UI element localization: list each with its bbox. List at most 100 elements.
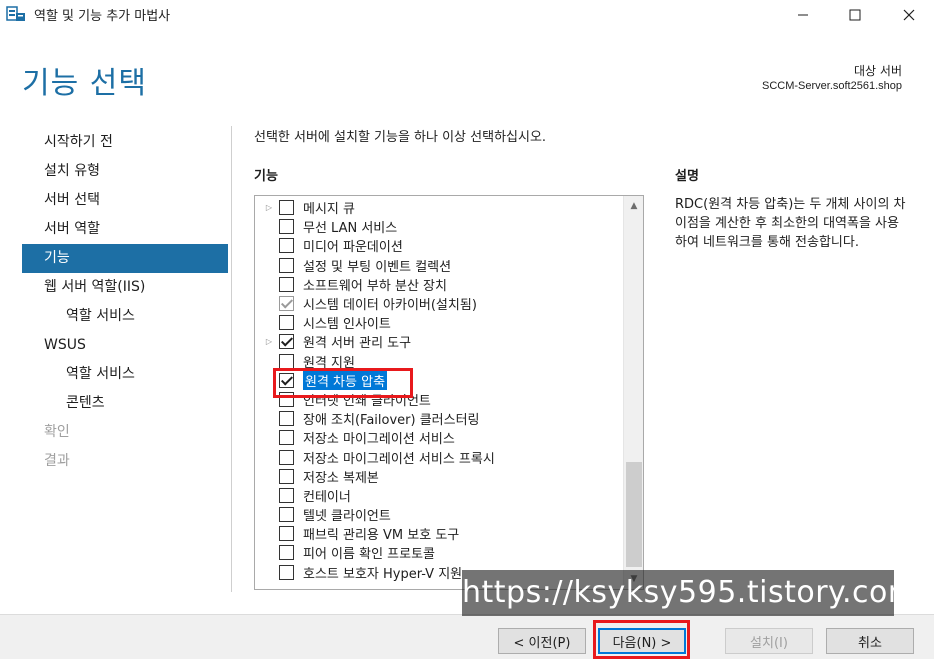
feature-row[interactable]: 저장소 복제본 [255, 467, 623, 486]
nav-item[interactable]: WSUS [22, 331, 228, 360]
feature-row[interactable]: 텔넷 클라이언트 [255, 505, 623, 524]
feature-row[interactable]: 무선 LAN 서비스 [255, 217, 623, 236]
feature-checkbox[interactable] [279, 238, 294, 254]
feature-label: 저장소 마이그레이션 서비스 [303, 432, 455, 448]
feature-row[interactable]: 저장소 마이그레이션 서비스 [255, 428, 623, 447]
feature-checkbox[interactable] [279, 564, 294, 580]
feature-checkbox[interactable] [279, 468, 294, 484]
minimize-icon [797, 6, 809, 25]
minimize-button[interactable] [780, 0, 826, 30]
features-list-scrollbar[interactable]: ▲ ▼ [623, 196, 643, 589]
features-heading: 기능 [254, 169, 278, 184]
feature-checkbox[interactable] [279, 372, 294, 388]
maximize-button[interactable] [832, 0, 878, 30]
feature-row[interactable]: 인터넷 인쇄 클라이언트 [255, 390, 623, 409]
close-button[interactable] [886, 0, 932, 30]
feature-checkbox[interactable] [279, 449, 294, 465]
feature-checkbox[interactable] [279, 430, 294, 446]
feature-checkbox[interactable] [279, 353, 294, 369]
feature-label: 원격 차등 압축 [303, 370, 388, 390]
feature-checkbox[interactable] [279, 526, 294, 542]
wizard-step-nav: 시작하기 전 설치 유형 서버 선택 서버 역할 기능 웹 서버 역할(IIS) 역할 서비… [22, 128, 228, 476]
feature-label: 미디어 파운데이션 [303, 240, 403, 256]
feature-checkbox[interactable] [279, 507, 294, 523]
feature-row[interactable]: 컨테이너 [255, 486, 623, 505]
feature-checkbox[interactable] [279, 257, 294, 273]
expand-arrow-icon[interactable]: ▷ [259, 332, 279, 351]
install-button: 설치(I) [725, 628, 813, 654]
scroll-up-button[interactable]: ▲ [624, 196, 643, 216]
nav-item[interactable]: 콘텐츠 [22, 389, 228, 418]
feature-label: 원격 지원 [303, 355, 355, 371]
feature-row[interactable]: 원격 지원 [255, 352, 623, 371]
nav-item[interactable]: 서버 선택 [22, 186, 228, 215]
chevron-up-icon: ▲ [630, 201, 638, 211]
feature-row[interactable]: 피어 이름 확인 프로토콜 [255, 543, 623, 562]
feature-row[interactable]: 소프트웨어 부하 분산 장치 [255, 275, 623, 294]
feature-label: 시스템 데이터 아카이버(설치됨) [303, 298, 477, 314]
nav-item[interactable]: 웹 서버 역할(IIS) [22, 273, 228, 302]
feature-checkbox[interactable] [279, 276, 294, 292]
features-list-items: ▷ 메시지 큐 무선 LAN 서비스미디어 파운데이션 설정 및 부팅 이벤트 컬렉션… [255, 198, 623, 582]
feature-row[interactable]: 원격 차등 압축 [255, 370, 623, 390]
description-heading: 설명 [675, 169, 699, 184]
feature-label: 저장소 복제본 [303, 470, 379, 486]
feature-row[interactable]: 시스템 인사이트 [255, 313, 623, 332]
page-title: 기능 선택 [22, 66, 147, 101]
feature-label: 피어 이름 확인 프로토콜 [303, 547, 435, 563]
nav-item[interactable]: 역할 서비스 [22, 360, 228, 389]
maximize-icon [849, 6, 861, 25]
feature-row[interactable]: 저장소 마이그레이션 서비스 프록시 [255, 447, 623, 467]
features-list[interactable]: ▷ 메시지 큐 무선 LAN 서비스미디어 파운데이션 설정 및 부팅 이벤트 컬렉션… [254, 195, 644, 590]
close-icon [903, 6, 915, 25]
feature-checkbox[interactable] [279, 315, 294, 331]
feature-row[interactable]: 미디어 파운데이션 [255, 236, 623, 255]
destination-server-label: 대상 서버 [854, 64, 902, 78]
feature-label: 컨테이너 [303, 489, 351, 505]
feature-label: 소프트웨어 부하 분산 장치 [303, 278, 447, 294]
feature-label: 원격 서버 관리 도구 [303, 336, 412, 352]
nav-item: 결과 [44, 453, 70, 469]
feature-row[interactable]: 설정 및 부팅 이벤트 컬렉션 [255, 256, 623, 275]
nav-item[interactable]: 역할 서비스 [22, 302, 228, 331]
nav-item[interactable]: 서버 역할 [22, 215, 228, 244]
feature-row[interactable]: ▷ 메시지 큐 [255, 198, 623, 217]
expand-arrow-icon[interactable]: ▷ [259, 198, 279, 217]
previous-button[interactable]: < 이전(P) [498, 628, 586, 654]
nav-item: 확인 [44, 424, 70, 440]
feature-checkbox [279, 296, 294, 312]
feature-checkbox[interactable] [279, 411, 294, 427]
nav-item[interactable]: 기능 [22, 244, 228, 273]
scroll-thumb[interactable] [626, 462, 642, 567]
feature-row[interactable]: 장애 조치(Failover) 클러스터링 [255, 409, 623, 428]
next-button[interactable]: 다음(N) > [598, 628, 686, 654]
feature-checkbox[interactable] [279, 487, 294, 503]
nav-item[interactable]: 설치 유형 [22, 157, 228, 186]
title-bar: 역할 및 기능 추가 마법사 [0, 0, 934, 30]
cancel-button[interactable]: 취소 [826, 628, 914, 654]
feature-label: 저장소 마이그레이션 서비스 프록시 [303, 451, 495, 467]
nav-item[interactable]: 시작하기 전 [22, 128, 228, 157]
feature-checkbox[interactable] [279, 200, 294, 216]
feature-row[interactable]: 패브릭 관리용 VM 보호 도구 [255, 524, 623, 543]
instruction-text: 선택한 서버에 설치할 기능을 하나 이상 선택하십시오. [254, 130, 547, 145]
feature-checkbox[interactable] [279, 334, 294, 350]
feature-checkbox[interactable] [279, 391, 294, 407]
window-title: 역할 및 기능 추가 마법사 [34, 9, 171, 24]
feature-checkbox[interactable] [279, 219, 294, 235]
feature-checkbox[interactable] [279, 545, 294, 561]
description-text: RDC(원격 차등 압축)는 두 개체 사이의 차이점을 계산한 후 최소한의 … [675, 197, 906, 250]
destination-server-name: SCCM-Server.soft2561.shop [761, 80, 902, 92]
feature-row[interactable]: ▷ 원격 서버 관리 도구 [255, 332, 623, 351]
feature-row[interactable]: 시스템 데이터 아카이버(설치됨) [255, 294, 623, 313]
